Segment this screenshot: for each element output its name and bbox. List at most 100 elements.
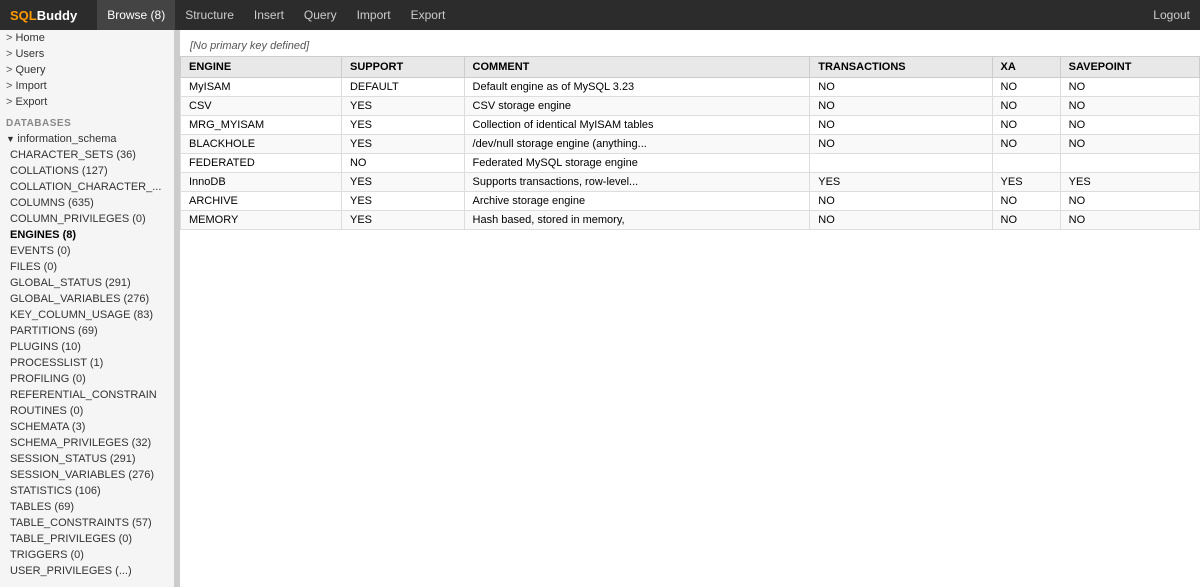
sidebar-item-query[interactable]: Query [0, 62, 174, 78]
sidebar-table-item[interactable]: TABLE_CONSTRAINTS (57) [0, 515, 174, 531]
nav-item-browse----[interactable]: Browse (8) [97, 0, 175, 30]
col-header-comment: COMMENT [464, 57, 810, 78]
cell-xa: NO [992, 192, 1060, 211]
cell-transactions [810, 154, 992, 173]
nav-item-structure[interactable]: Structure [175, 0, 244, 30]
cell-savepoint: NO [1060, 192, 1199, 211]
sidebar-table-item[interactable]: STATISTICS (106) [0, 483, 174, 499]
sidebar-tables-section: CHARACTER_SETS (36)COLLATIONS (127)COLLA… [0, 147, 174, 579]
cell-comment: Federated MySQL storage engine [464, 154, 810, 173]
cell-engine: MRG_MYISAM [181, 116, 342, 135]
sidebar-table-item[interactable]: REFERENTIAL_CONSTRAIN [0, 387, 174, 403]
databases-label: DATABASES [0, 114, 174, 131]
cell-transactions: YES [810, 173, 992, 192]
top-navbar: SQLBuddy Browse (8)StructureInsertQueryI… [0, 0, 1200, 30]
cell-savepoint: NO [1060, 97, 1199, 116]
cell-transactions: NO [810, 192, 992, 211]
sidebar-table-item[interactable]: SESSION_STATUS (291) [0, 451, 174, 467]
sidebar-table-item[interactable]: COLLATIONS (127) [0, 163, 174, 179]
cell-comment: CSV storage engine [464, 97, 810, 116]
nav-item-export[interactable]: Export [401, 0, 456, 30]
table-row[interactable]: MRG_MYISAMYESCollection of identical MyI… [181, 116, 1200, 135]
nav-item-import[interactable]: Import [347, 0, 401, 30]
cell-savepoint: NO [1060, 78, 1199, 97]
main-layout: HomeUsersQueryImportExport DATABASES inf… [0, 30, 1200, 587]
sidebar-table-item[interactable]: TABLES (69) [0, 499, 174, 515]
sidebar-table-item[interactable]: GLOBAL_STATUS (291) [0, 275, 174, 291]
sidebar-table-item[interactable]: COLUMN_PRIVILEGES (0) [0, 211, 174, 227]
table-row[interactable]: FEDERATEDNOFederated MySQL storage engin… [181, 154, 1200, 173]
cell-savepoint [1060, 154, 1199, 173]
table-body: MyISAMDEFAULTDefault engine as of MySQL … [181, 78, 1200, 230]
sidebar-table-item[interactable]: CHARACTER_SETS (36) [0, 147, 174, 163]
engines-table: ENGINESUPPORTCOMMENTTRANSACTIONSXASAVEPO… [180, 56, 1200, 230]
sidebar-table-item[interactable]: COLLATION_CHARACTER_... [0, 179, 174, 195]
cell-xa: NO [992, 116, 1060, 135]
sidebar-table-item[interactable]: USER_PRIVILEGES (...) [0, 563, 174, 579]
table-row[interactable]: CSVYESCSV storage engineNONONO [181, 97, 1200, 116]
logo-sql: SQL [10, 8, 37, 23]
sidebar: HomeUsersQueryImportExport DATABASES inf… [0, 30, 175, 587]
cell-comment: Default engine as of MySQL 3.23 [464, 78, 810, 97]
sidebar-table-item[interactable]: ROUTINES (0) [0, 403, 174, 419]
nav-items: Browse (8)StructureInsertQueryImportExpo… [97, 0, 1153, 30]
sidebar-table-item[interactable]: SCHEMATA (3) [0, 419, 174, 435]
sidebar-item-users[interactable]: Users [0, 46, 174, 62]
cell-transactions: NO [810, 116, 992, 135]
cell-support: YES [341, 211, 464, 230]
cell-savepoint: NO [1060, 211, 1199, 230]
cell-comment: Supports transactions, row-level... [464, 173, 810, 192]
sidebar-table-item[interactable]: KEY_COLUMN_USAGE (83) [0, 307, 174, 323]
sidebar-table-item[interactable]: COLUMNS (635) [0, 195, 174, 211]
table-row[interactable]: MyISAMDEFAULTDefault engine as of MySQL … [181, 78, 1200, 97]
sidebar-table-item[interactable]: SESSION_VARIABLES (276) [0, 467, 174, 483]
table-row[interactable]: BLACKHOLEYES/dev/null storage engine (an… [181, 135, 1200, 154]
no-primary-key-notice: [No primary key defined] [180, 36, 1200, 56]
cell-xa [992, 154, 1060, 173]
nav-item-query[interactable]: Query [294, 0, 347, 30]
cell-savepoint: YES [1060, 173, 1199, 192]
sidebar-top-section: HomeUsersQueryImportExport [0, 30, 174, 110]
sidebar-table-item[interactable]: ENGINES (8) [0, 227, 174, 243]
sidebar-table-item[interactable]: PARTITIONS (69) [0, 323, 174, 339]
cell-engine: BLACKHOLE [181, 135, 342, 154]
content-area: [No primary key defined] ENGINESUPPORTCO… [180, 30, 1200, 587]
table-row[interactable]: InnoDBYESSupports transactions, row-leve… [181, 173, 1200, 192]
cell-support: DEFAULT [341, 78, 464, 97]
sidebar-db-header[interactable]: information_schema [0, 131, 174, 147]
cell-savepoint: NO [1060, 135, 1199, 154]
table-header: ENGINESUPPORTCOMMENTTRANSACTIONSXASAVEPO… [181, 57, 1200, 78]
sidebar-table-item[interactable]: PROCESSLIST (1) [0, 355, 174, 371]
sidebar-table-item[interactable]: TRIGGERS (0) [0, 547, 174, 563]
cell-support: YES [341, 192, 464, 211]
sidebar-table-item[interactable]: SCHEMA_PRIVILEGES (32) [0, 435, 174, 451]
cell-transactions: NO [810, 135, 992, 154]
sidebar-table-item[interactable]: GLOBAL_VARIABLES (276) [0, 291, 174, 307]
cell-transactions: NO [810, 97, 992, 116]
cell-savepoint: NO [1060, 116, 1199, 135]
logo-buddy: Buddy [37, 8, 77, 23]
cell-support: NO [341, 154, 464, 173]
sidebar-table-item[interactable]: EVENTS (0) [0, 243, 174, 259]
table-scroll-wrapper[interactable]: ENGINESUPPORTCOMMENTTRANSACTIONSXASAVEPO… [180, 56, 1200, 230]
col-header-xa: XA [992, 57, 1060, 78]
col-header-savepoint: SAVEPOINT [1060, 57, 1199, 78]
cell-xa: NO [992, 211, 1060, 230]
cell-comment: Archive storage engine [464, 192, 810, 211]
cell-support: YES [341, 97, 464, 116]
sidebar-table-item[interactable]: PLUGINS (10) [0, 339, 174, 355]
sidebar-item-home[interactable]: Home [0, 30, 174, 46]
sidebar-item-export[interactable]: Export [0, 94, 174, 110]
sidebar-table-item[interactable]: TABLE_PRIVILEGES (0) [0, 531, 174, 547]
logout-button[interactable]: Logout [1153, 8, 1190, 22]
nav-item-insert[interactable]: Insert [244, 0, 294, 30]
sidebar-table-item[interactable]: PROFILING (0) [0, 371, 174, 387]
sidebar-table-item[interactable]: FILES (0) [0, 259, 174, 275]
sidebar-item-import[interactable]: Import [0, 78, 174, 94]
table-row[interactable]: ARCHIVEYESArchive storage engineNONONO [181, 192, 1200, 211]
table-row[interactable]: MEMORYYESHash based, stored in memory,NO… [181, 211, 1200, 230]
app-logo: SQLBuddy [10, 8, 77, 23]
cell-engine: FEDERATED [181, 154, 342, 173]
cell-xa: NO [992, 78, 1060, 97]
cell-support: YES [341, 116, 464, 135]
